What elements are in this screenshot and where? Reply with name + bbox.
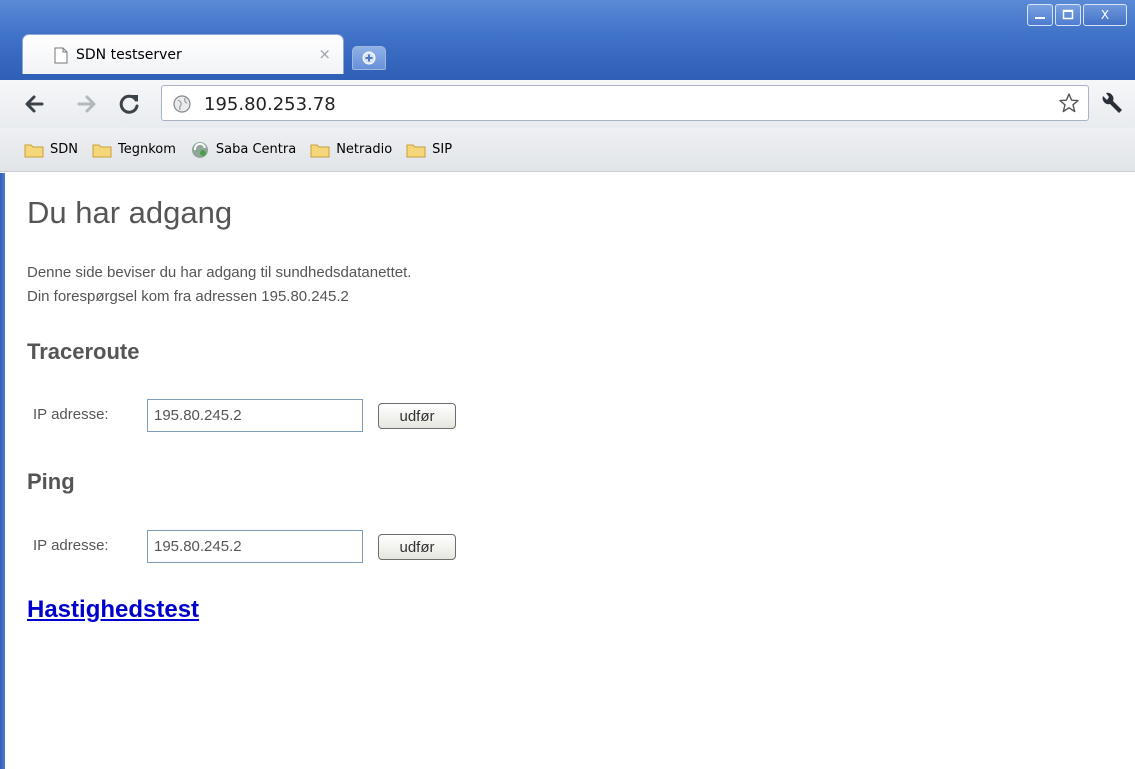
close-window-button[interactable]: X [1083, 4, 1127, 26]
folder-icon [92, 144, 112, 157]
tab-close-icon[interactable]: × [318, 45, 331, 63]
traceroute-ip-label: IP adresse: [33, 406, 109, 423]
minimize-icon [1035, 17, 1045, 19]
browser-tab[interactable]: SDN testserver × [22, 34, 344, 74]
bookmark-tegnkom[interactable]: Tegnkom [92, 142, 176, 158]
url-text: 195.80.253.78 [204, 94, 336, 115]
forward-icon[interactable] [75, 93, 99, 115]
request-origin: Din forespørgsel kom fra adressen 195.80… [27, 288, 349, 305]
bookmark-star-icon[interactable] [1058, 92, 1080, 114]
bookmark-label: SIP [432, 142, 453, 157]
ping-run-button[interactable]: udfør [378, 534, 456, 560]
maximize-icon [1062, 9, 1074, 20]
tab-title: SDN testserver [76, 47, 182, 63]
bookmark-sdn[interactable]: SDN [24, 142, 78, 158]
folder-icon [406, 144, 426, 157]
bookmark-label: SDN [50, 142, 78, 157]
folder-icon [310, 144, 330, 157]
page-icon [54, 47, 68, 64]
address-bar[interactable]: 195.80.253.78 [161, 85, 1089, 121]
wrench-icon[interactable] [1097, 91, 1125, 117]
bookmark-saba-centra[interactable]: Saba Centra [190, 140, 296, 160]
ping-ip-input[interactable] [147, 530, 363, 563]
bookmark-label: Saba Centra [215, 142, 297, 157]
bookmark-sip[interactable]: SIP [406, 142, 452, 158]
folder-icon [24, 144, 44, 157]
globe-icon [173, 95, 191, 113]
maximize-button[interactable] [1055, 4, 1081, 26]
page-content: Du har adgang Denne side beviser du har … [0, 173, 1135, 769]
speedtest-link[interactable]: Hastighedstest [27, 596, 199, 624]
traceroute-run-button[interactable]: udfør [378, 403, 456, 429]
window-controls: X [1027, 4, 1127, 26]
traceroute-heading: Traceroute [27, 339, 140, 364]
traceroute-ip-input[interactable] [147, 399, 363, 432]
bookmark-netradio[interactable]: Netradio [310, 142, 392, 158]
window-border [0, 173, 5, 769]
saba-icon [191, 141, 208, 158]
new-tab-button[interactable] [352, 46, 386, 70]
ping-ip-label: IP adresse: [33, 537, 109, 554]
ping-heading: Ping [27, 469, 75, 494]
page-title: Du har adgang [27, 195, 233, 230]
minimize-button[interactable] [1027, 4, 1053, 26]
bookmarks-bar: SDN Tegnkom Saba Centra Netradio SIP [0, 128, 1135, 172]
access-description: Denne side beviser du har adgang til sun… [27, 264, 412, 281]
bookmark-label: Tegnkom [118, 142, 176, 157]
plus-icon [362, 51, 376, 65]
reload-icon[interactable] [118, 92, 142, 116]
back-icon[interactable] [22, 93, 46, 115]
bookmark-label: Netradio [336, 142, 393, 157]
